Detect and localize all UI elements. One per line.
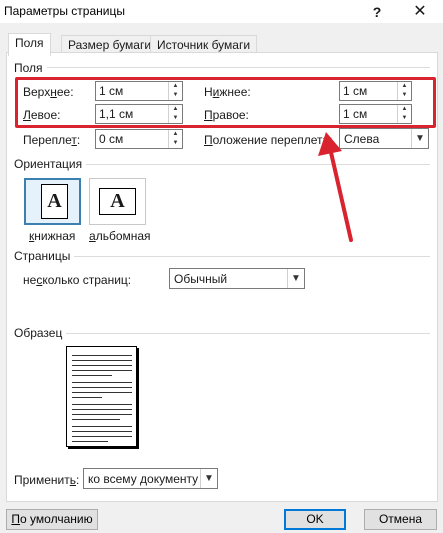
- gutter-input[interactable]: 0 см ▲ ▼: [95, 129, 183, 149]
- multiple-pages-label: несколько страниц:: [23, 273, 132, 287]
- portrait-page-icon: A: [41, 184, 68, 219]
- tab-margins[interactable]: Поля: [8, 33, 51, 56]
- apply-to-select[interactable]: ко всему документу ▼: [83, 468, 218, 489]
- bottom-margin-label: Нижнее:: [204, 85, 251, 99]
- gutter-position-select[interactable]: Слева ▼: [339, 128, 429, 149]
- bottom-margin-up-icon[interactable]: ▲: [398, 82, 411, 91]
- title-bar: Параметры страницы ? ✕: [0, 0, 443, 24]
- help-button[interactable]: ?: [366, 1, 388, 23]
- chevron-down-icon[interactable]: ▼: [411, 129, 428, 148]
- gutter-label: Переплет:: [23, 133, 81, 147]
- top-margin-down-icon[interactable]: ▼: [169, 91, 182, 100]
- preview-line: [72, 441, 108, 442]
- gutter-position-label: Положение переплета:: [204, 133, 333, 147]
- cancel-button[interactable]: Отмена: [364, 509, 437, 530]
- multiple-pages-select[interactable]: Обычный ▼: [169, 268, 305, 289]
- ok-button[interactable]: OK: [284, 509, 346, 530]
- preview-line: [72, 375, 112, 376]
- preview-line: [72, 426, 132, 427]
- landscape-label[interactable]: альбомная: [89, 229, 151, 243]
- gutter-value: 0 см: [99, 132, 124, 146]
- preview-line: [72, 392, 132, 393]
- portrait-option[interactable]: A: [24, 178, 81, 225]
- margins-divider: [34, 67, 430, 68]
- preview-line: [72, 419, 120, 420]
- multiple-pages-value: Обычный: [174, 272, 228, 286]
- top-margin-input[interactable]: 1 см ▲ ▼: [95, 81, 183, 101]
- landscape-page-icon: A: [99, 188, 136, 215]
- bottom-margin-value: 1 см: [343, 84, 368, 98]
- chevron-down-icon[interactable]: ▼: [287, 269, 304, 288]
- bottom-margin-input[interactable]: 1 см ▲ ▼: [339, 81, 412, 101]
- preview-line: [72, 414, 132, 415]
- chevron-down-icon[interactable]: ▼: [200, 469, 217, 488]
- preview-line: [72, 382, 132, 383]
- right-margin-input[interactable]: 1 см ▲ ▼: [339, 104, 412, 124]
- preview-line: [72, 355, 132, 356]
- right-margin-value: 1 см: [343, 107, 368, 121]
- preview-line: [72, 397, 102, 398]
- preview-section-label: Образец: [14, 326, 67, 340]
- preview-line: [72, 360, 132, 361]
- right-margin-down-icon[interactable]: ▼: [398, 114, 411, 123]
- left-margin-value: 1,1 см: [99, 107, 134, 121]
- apply-to-value: ко всему документу: [88, 472, 199, 486]
- preview-line: [72, 436, 132, 437]
- left-margin-label: Левое:: [23, 108, 61, 122]
- top-margin-label: Верхнее:: [23, 85, 74, 99]
- right-margin-label: Правое:: [204, 108, 249, 122]
- portrait-label[interactable]: книжная: [29, 229, 75, 243]
- gutter-up-icon[interactable]: ▲: [169, 130, 182, 139]
- landscape-option[interactable]: A: [89, 178, 146, 225]
- left-margin-up-icon[interactable]: ▲: [169, 105, 182, 114]
- window-title: Параметры страницы: [4, 4, 125, 18]
- margins-section-label: Поля: [14, 61, 47, 75]
- preview-line: [72, 404, 132, 405]
- close-button[interactable]: ✕: [401, 1, 439, 23]
- right-margin-up-icon[interactable]: ▲: [398, 105, 411, 114]
- top-margin-value: 1 см: [99, 84, 124, 98]
- preview-line: [72, 370, 132, 371]
- preview-line: [72, 387, 132, 388]
- apply-to-label: Применить:: [14, 473, 80, 487]
- preview-line: [72, 431, 132, 432]
- top-margin-up-icon[interactable]: ▲: [169, 82, 182, 91]
- gutter-down-icon[interactable]: ▼: [169, 139, 182, 148]
- bottom-margin-down-icon[interactable]: ▼: [398, 91, 411, 100]
- pages-divider: [70, 256, 430, 257]
- set-default-button[interactable]: По умолчанию: [6, 509, 98, 530]
- left-margin-input[interactable]: 1,1 см ▲ ▼: [95, 104, 183, 124]
- preview-line: [72, 365, 132, 366]
- left-margin-down-icon[interactable]: ▼: [169, 114, 182, 123]
- preview-divider: [62, 333, 430, 334]
- pages-section-label: Страницы: [14, 249, 75, 263]
- gutter-position-value: Слева: [344, 132, 380, 146]
- orientation-section-label: Ориентация: [14, 157, 87, 171]
- page-preview: [66, 346, 137, 447]
- orientation-divider: [80, 164, 430, 165]
- preview-line: [72, 409, 132, 410]
